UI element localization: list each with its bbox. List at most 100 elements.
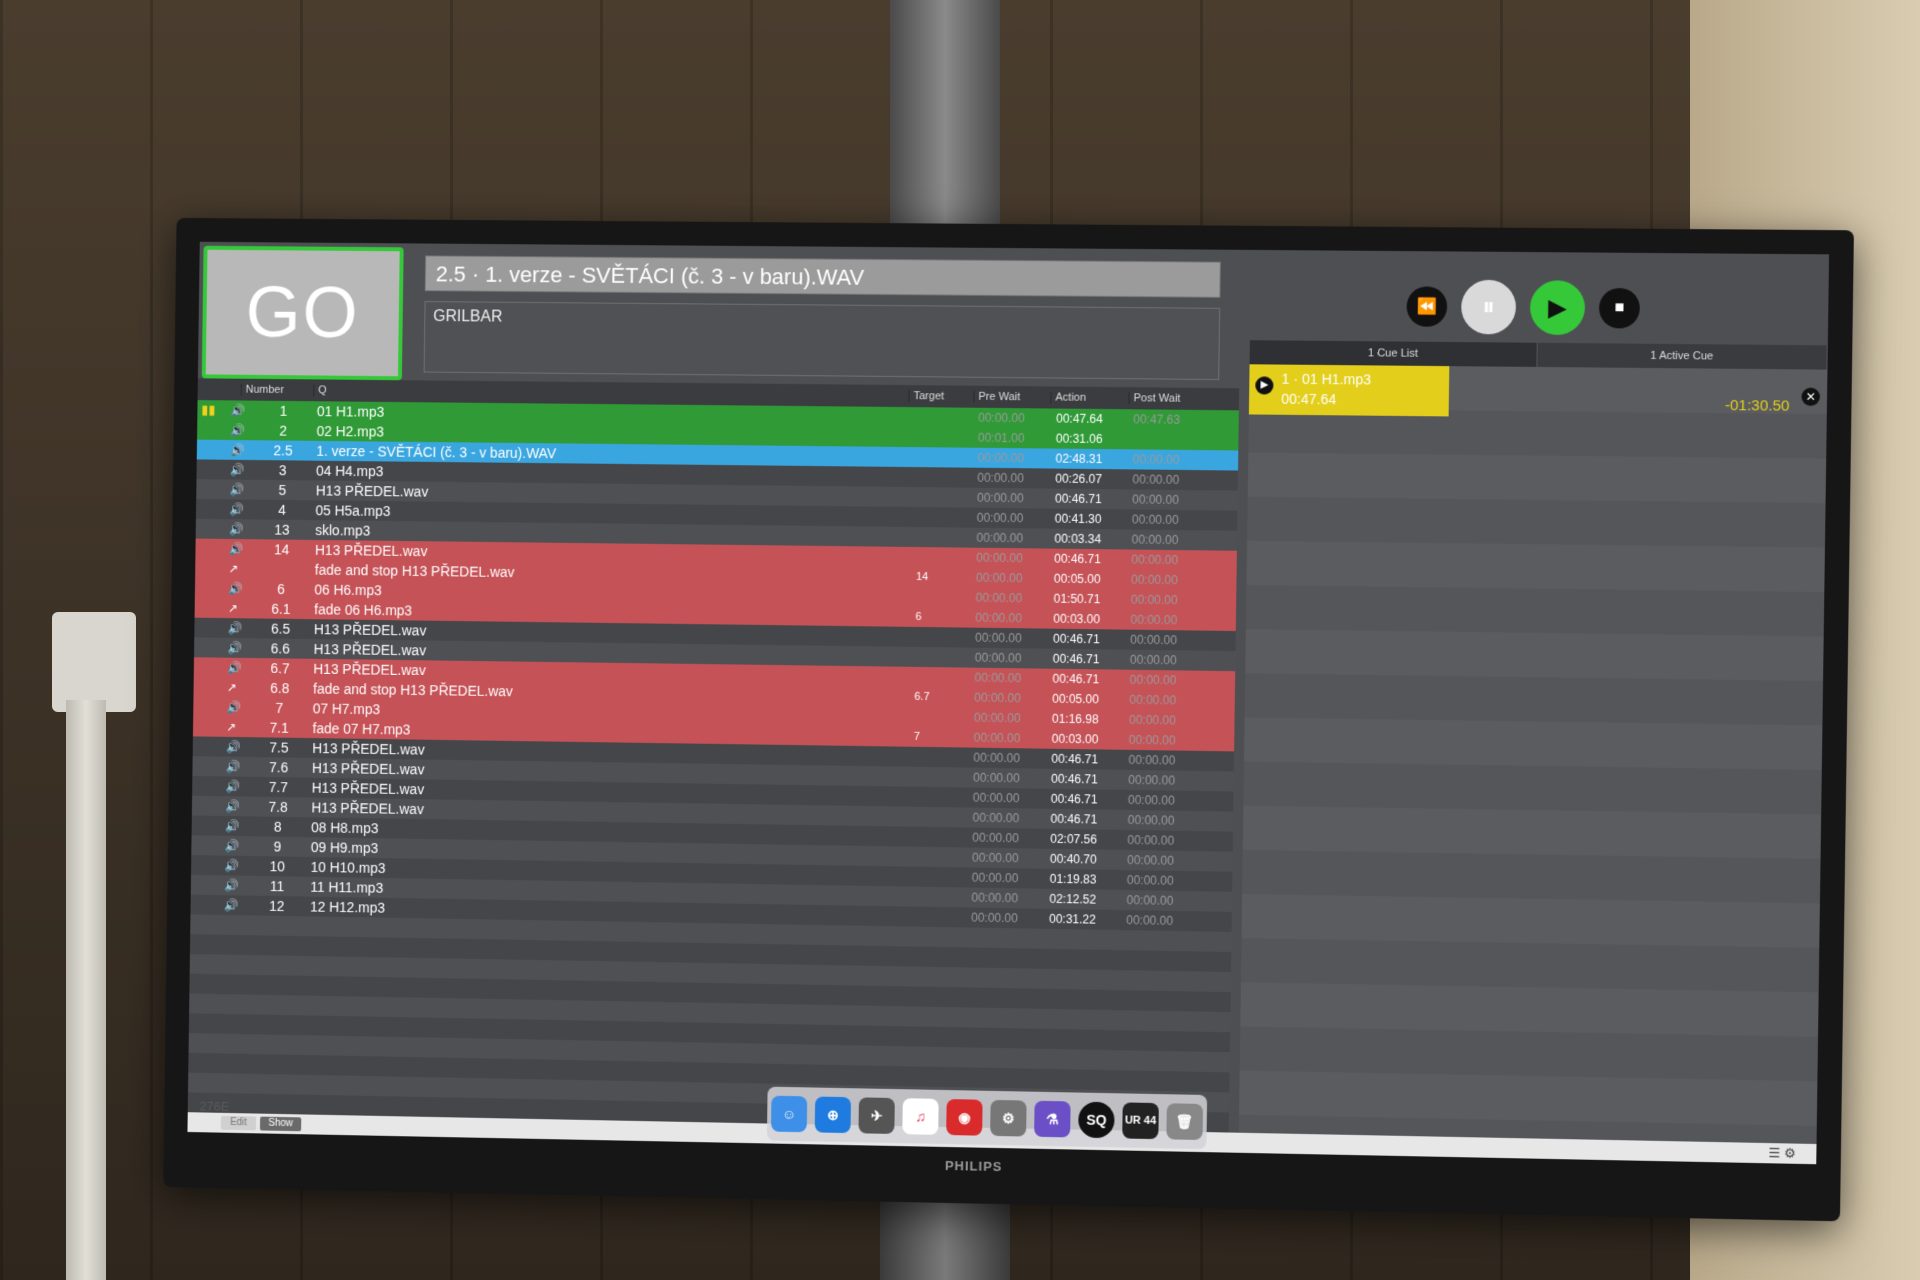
cue-name: H13 PŘEDEL.wav [315,482,429,500]
cue-type-icon: 🔊 [224,878,239,893]
rewind-button[interactable]: ⏪ [1406,286,1448,327]
cue-post-wait: 00:00.00 [1128,712,1177,728]
trash-icon[interactable]: 🗑 [1166,1103,1204,1141]
itunes-icon[interactable]: ♫ [902,1098,939,1135]
cue-type-icon: 🔊 [224,858,240,873]
cue-name: 02 H2.mp3 [316,423,385,440]
cue-pre-wait: 00:00.00 [978,410,1025,426]
cue-name: fade and stop H13 PŘEDEL.wav [312,680,513,700]
cue-number: 10 [269,858,286,875]
play-button[interactable]: ▶ [1529,280,1586,336]
cue-action: 02:12.52 [1049,891,1097,907]
cue-post-wait: 00:00.00 [1126,913,1174,928]
cue-action: 00:47.64 [1056,411,1104,427]
cue-post-wait: 00:00.00 [1129,652,1177,668]
edit-mode-button[interactable]: Edit [220,1115,257,1131]
cue-number: 5 [278,482,287,499]
show-mode-button[interactable]: Show [259,1116,302,1132]
header-target[interactable]: Target [908,390,945,403]
play-icon[interactable]: ▶ [1255,376,1274,395]
cue-type-icon: 🔊 [224,838,240,853]
cue-name: H13 PŘEDEL.wav [314,541,428,560]
cue-pre-wait: 00:00.00 [973,710,1021,726]
header-q[interactable]: Q [313,384,327,397]
cue-number: 7 [275,699,284,716]
cue-pre-wait: 00:01.00 [977,430,1025,446]
cue-number: 9 [273,838,282,855]
cue-type-icon: ↗ [227,601,238,616]
cue-post-wait: 00:00.00 [1130,612,1178,628]
cue-post-wait: 00:00.00 [1130,572,1179,588]
active-cues-panel: ▶ 1 · 01 H1.mp3 00:47.64 -01:30.50 ✕ [1238,364,1828,1155]
cue-action: 00:46.71 [1050,811,1098,827]
header-post-wait[interactable]: Post Wait [1128,392,1181,405]
cue-target: 7 [913,730,921,743]
cue-pre-wait: 00:00.00 [973,730,1021,746]
cue-number: 1 [279,402,288,419]
app-red-icon[interactable]: ◉ [946,1099,983,1136]
current-cue-name[interactable]: 2.5 · 1. verze - SVĚTÁCI (č. 3 - v baru)… [424,255,1221,298]
cue-post-wait: 00:00.00 [1131,532,1179,548]
cue-post-wait: 00:00.00 [1127,812,1175,828]
safari-icon[interactable]: ⊕ [814,1096,852,1134]
cue-action: 02:07.56 [1050,831,1098,847]
cue-post-wait: 00:00.00 [1130,632,1178,648]
cue-post-wait: 00:47.63 [1133,412,1181,427]
cue-pre-wait: 00:00.00 [971,910,1018,926]
launchpad-icon[interactable]: ✈ [858,1097,895,1134]
cue-type-icon: 🔊 [230,403,246,418]
active-cue-item[interactable]: ▶ 1 · 01 H1.mp3 00:47.64 [1248,364,1450,417]
list-icon[interactable]: ☰ [1768,1145,1780,1160]
cue-target: 14 [915,570,929,584]
cue-name: sklo.mp3 [315,522,371,539]
cue-pre-wait: 00:00.00 [977,450,1025,466]
cue-pre-wait: 00:00.00 [973,750,1021,766]
cue-number: 6.5 [270,620,291,637]
cue-target: 6.7 [914,690,930,704]
pause-button[interactable]: ⏸ [1460,279,1517,335]
cue-action: 00:26.07 [1055,471,1103,487]
cue-action: 00:40.70 [1049,851,1097,867]
header-pre-wait[interactable]: Pre Wait [973,390,1021,404]
cue-action: 00:05.00 [1053,571,1101,587]
ur44-app-icon[interactable]: UR 44 [1122,1102,1159,1140]
wall-pipe [66,700,106,1280]
cue-action: 00:05.00 [1052,691,1100,707]
cue-name: fade and stop H13 PŘEDEL.wav [314,561,515,581]
cue-action: 00:03.00 [1053,611,1101,627]
header-number[interactable]: Number [240,383,285,396]
finder-icon[interactable]: ☺ [770,1095,808,1133]
footer-icons: ☰ ⚙ [1768,1145,1796,1162]
cue-number: 3 [278,462,287,479]
system-preferences-icon[interactable]: ⚙ [990,1099,1027,1137]
cue-name: 05 H5a.mp3 [315,502,391,520]
gear-icon[interactable]: ⚙ [1784,1145,1796,1160]
cue-type-icon: 🔊 [227,640,243,655]
cue-number: 6.6 [270,640,290,657]
cue-name: H13 PŘEDEL.wav [311,759,425,778]
sq-app-icon[interactable]: SQ [1078,1101,1115,1139]
cue-name: 12 H12.mp3 [309,898,386,916]
cue-notes[interactable]: GRILBAR [423,301,1221,381]
qlab-icon[interactable]: ⚗ [1034,1100,1071,1138]
cue-pre-wait: 00:00.00 [973,770,1020,786]
cue-number: 7.1 [269,719,289,736]
cue-pre-wait: 00:00.00 [976,550,1023,566]
close-icon[interactable]: ✕ [1801,387,1821,406]
go-button[interactable]: GO [201,245,404,381]
cue-type-icon: 🔊 [229,462,245,477]
tab-active-cue[interactable]: 1 Active Cue [1537,342,1828,370]
cue-type-icon: ↗ [226,720,237,735]
cue-action: 00:03.00 [1051,731,1099,747]
cue-name: fade 07 H7.mp3 [312,720,411,738]
cue-pre-wait: 00:00.00 [976,530,1024,546]
cue-name: H13 PŘEDEL.wav [312,740,425,758]
cue-name: 07 H7.mp3 [312,700,381,718]
header-action[interactable]: Action [1050,391,1087,404]
macos-dock: ☺ ⊕ ✈ ♫ ◉ ⚙ ⚗ SQ UR 44 🗑 [766,1086,1208,1150]
cue-type-icon: ↗ [226,680,237,695]
cue-pre-wait: 00:00.00 [977,470,1025,486]
tab-cue-list[interactable]: 1 Cue List [1249,340,1538,367]
cue-target: 6 [915,610,922,624]
stop-button[interactable]: ■ [1598,287,1641,329]
